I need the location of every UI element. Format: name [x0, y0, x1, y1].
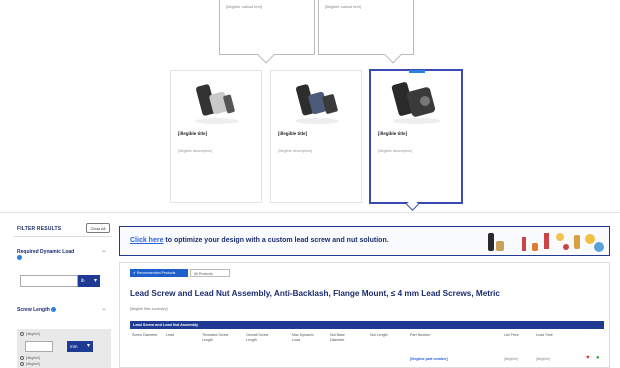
callout-text: [illegible callout text] — [325, 4, 361, 9]
required-load-filter: Required Dynamic Load − lb ▾ — [14, 249, 112, 295]
part-number-link[interactable]: [illegible part number] — [410, 357, 448, 361]
lead-nut-product-image — [195, 84, 239, 124]
product-description: [illegible description] — [178, 149, 213, 153]
heart-icon[interactable]: ♥ — [586, 355, 590, 361]
callout-bubble: [illegible callout text] — [318, 0, 414, 64]
product-description: [illegible description] — [378, 149, 413, 153]
custom-solution-banner: Click here to optimize your design with … — [119, 226, 610, 256]
col-header[interactable]: Max Dynamic Load — [292, 333, 316, 342]
lead-nut-product-image — [295, 84, 339, 124]
screw-length-label: Screw Length — [17, 307, 57, 313]
unit-select[interactable]: lb ▾ — [78, 275, 100, 287]
row-lead-time: [illegible] — [536, 357, 550, 361]
col-header[interactable]: Screw Diameter — [132, 333, 162, 338]
info-icon[interactable] — [17, 255, 22, 261]
col-header[interactable]: Nut Length — [370, 333, 390, 338]
callout-text: [illegible callout text] — [226, 4, 262, 9]
product-title: [illegible title] — [378, 131, 408, 136]
col-header[interactable]: Lead — [166, 333, 186, 338]
callout-arrow — [257, 46, 275, 64]
banner-link[interactable]: Click here — [130, 237, 163, 244]
col-header[interactable]: Nut Base Diameter — [330, 333, 358, 342]
radio-option[interactable]: [illegible] — [20, 356, 40, 361]
tab-all-products[interactable]: All Products — [190, 269, 230, 277]
product-description: [illegible description] — [278, 149, 313, 153]
clear-all-button[interactable]: Clear All — [86, 223, 110, 233]
required-load-input[interactable] — [20, 275, 78, 287]
unit-select[interactable]: mm ▾ — [67, 341, 93, 352]
tab-recommended-products[interactable]: ✔ Recommended Products — [130, 269, 188, 277]
product-card-3-selected[interactable]: [illegible title] [illegible description… — [370, 70, 462, 203]
results-group-header: Lead Screw and Lead Nut Assembly — [130, 321, 604, 329]
filter-title: FILTER RESULTS — [17, 226, 62, 232]
selected-indicator — [409, 70, 425, 73]
results-title: Lead Screw and Lead Nut Assembly, Anti-B… — [130, 289, 500, 298]
info-icon[interactable] — [51, 307, 57, 313]
product-selector-area: [illegible callout text] [illegible call… — [0, 0, 620, 213]
screw-length-options: [illegible] mm ▾ [illegible] [illegible] — [17, 329, 111, 368]
screw-length-input[interactable] — [25, 341, 53, 352]
row-price: [illegible] — [504, 357, 518, 361]
collapse-icon[interactable]: − — [102, 249, 106, 255]
chevron-down-icon: ▾ — [93, 278, 97, 284]
product-card-2[interactable]: [illegible title] [illegible description… — [270, 70, 362, 203]
selected-card-pointer — [368, 198, 464, 213]
banner-text: Click here to optimize your design with … — [130, 237, 389, 244]
custom-parts-illustration — [488, 233, 604, 252]
collapse-icon[interactable]: − — [102, 307, 106, 313]
col-header[interactable]: Lead Time — [536, 333, 556, 338]
results-panel: ✔ Recommended Products All Products Lead… — [119, 262, 610, 368]
col-header[interactable]: List Price — [504, 333, 524, 338]
in-stock-icon: ● — [596, 355, 600, 361]
radio-icon — [20, 332, 24, 337]
lead-nut-product-image — [391, 82, 441, 124]
radio-option[interactable]: [illegible] — [20, 332, 40, 337]
col-header[interactable]: Threaded Screw Length — [202, 333, 238, 342]
callout-bubble: [illegible callout text] — [219, 0, 315, 64]
product-title: [illegible title] — [178, 131, 208, 136]
radio-option[interactable]: [illegible] — [20, 362, 40, 367]
product-title: [illegible title] — [278, 131, 308, 136]
filter-header: FILTER RESULTS Clear All — [14, 219, 112, 237]
results-filter-summary: [illegible filter summary] — [130, 307, 168, 311]
radio-icon — [20, 362, 24, 367]
callout-arrow — [384, 46, 402, 64]
col-header[interactable]: Overall Screw Length — [246, 333, 278, 342]
col-header[interactable]: Part Number — [410, 333, 450, 338]
radio-icon — [20, 356, 24, 361]
required-load-label: Required Dynamic Load — [17, 249, 77, 261]
product-card-1[interactable]: [illegible title] [illegible description… — [170, 70, 262, 203]
filter-sidebar: FILTER RESULTS Clear All Required Dynami… — [14, 219, 112, 368]
chevron-down-icon: ▾ — [86, 343, 90, 349]
